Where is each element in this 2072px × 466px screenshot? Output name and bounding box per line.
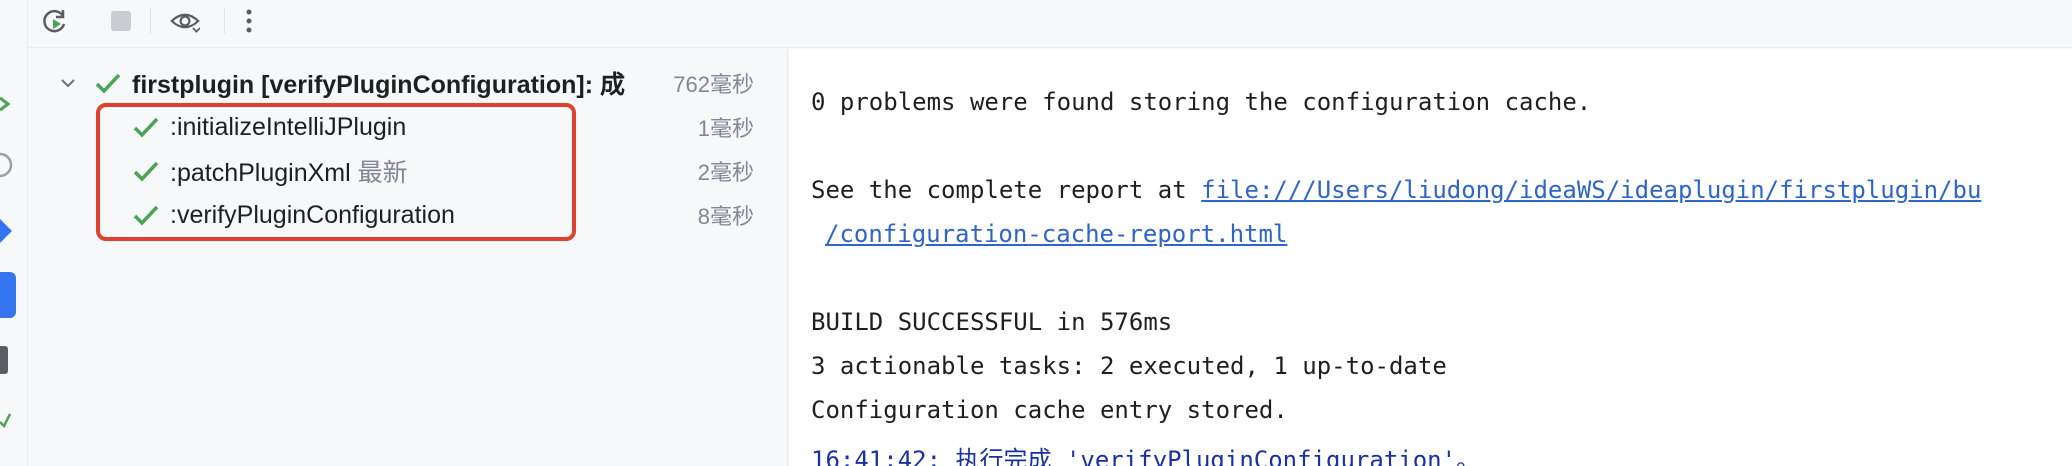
green-arrow-icon[interactable] bbox=[0, 94, 14, 114]
chevron-down-icon[interactable] bbox=[58, 73, 78, 93]
console-text: See the complete report at bbox=[811, 176, 1202, 204]
eye-icon bbox=[170, 13, 200, 33]
run-active-icon[interactable] bbox=[0, 272, 18, 318]
run-toolbar bbox=[28, 0, 2072, 48]
left-tool-stripe bbox=[0, 0, 28, 466]
more-button[interactable] bbox=[234, 6, 264, 36]
toolbar-separator bbox=[224, 8, 225, 34]
toolbar-separator bbox=[150, 8, 151, 34]
task-time: 1毫秒 bbox=[697, 116, 754, 141]
tree-root-label: firstplugin [verifyPluginConfiguration]:… bbox=[132, 71, 626, 99]
more-vertical-icon bbox=[246, 9, 252, 33]
console-line: See the complete report at file:///Users… bbox=[811, 176, 1981, 204]
diamond-icon[interactable] bbox=[0, 216, 14, 246]
highlight-annotation bbox=[96, 103, 576, 241]
stop-icon bbox=[111, 11, 131, 31]
task-time: 8毫秒 bbox=[697, 204, 754, 229]
tree-root-time: 762毫秒 bbox=[673, 72, 754, 97]
report-link[interactable]: file:///Users/liudong/ideaWS/ideaplugin/… bbox=[1201, 176, 1981, 204]
console-line: BUILD SUCCESSFUL in 576ms bbox=[811, 308, 1173, 336]
console-status-line: 16:41:42: 执行完成 'verifyPluginConfiguratio… bbox=[811, 446, 1481, 466]
success-check-icon bbox=[94, 69, 122, 97]
clock-icon[interactable] bbox=[0, 152, 14, 178]
checkmark-icon[interactable] bbox=[0, 408, 12, 430]
run-tool-window: firstplugin [verifyPluginConfiguration]:… bbox=[0, 0, 2072, 466]
terminal-icon[interactable] bbox=[0, 346, 12, 374]
view-options-button[interactable] bbox=[170, 6, 200, 36]
stop-button[interactable] bbox=[106, 6, 136, 36]
build-tree: firstplugin [verifyPluginConfiguration]:… bbox=[28, 49, 788, 466]
rerun-button[interactable] bbox=[40, 6, 70, 36]
console-line: 3 actionable tasks: 2 executed, 1 up-to-… bbox=[811, 352, 1447, 380]
report-link-continued[interactable]: /configuration-cache-report.html bbox=[825, 220, 1287, 248]
console-line: Configuration cache entry stored. bbox=[811, 396, 1288, 424]
console-output[interactable]: 0 problems were found storing the config… bbox=[789, 49, 2072, 466]
tree-root-row[interactable]: firstplugin [verifyPluginConfiguration]:… bbox=[28, 63, 788, 103]
rerun-icon bbox=[43, 9, 66, 33]
console-line: /configuration-cache-report.html bbox=[811, 220, 1287, 248]
console-line: 0 problems were found storing the config… bbox=[811, 88, 1592, 116]
task-time: 2毫秒 bbox=[697, 160, 754, 185]
